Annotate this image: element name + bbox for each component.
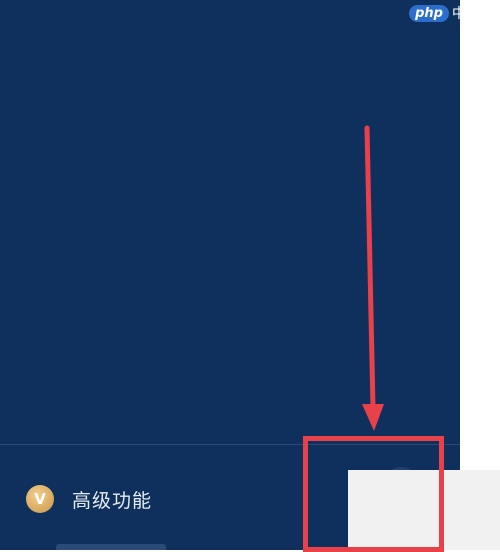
vip-badge-glyph: V: [34, 489, 46, 508]
menu-item-advanced-features[interactable]: V 高级功能: [26, 482, 152, 516]
site-logo: php 中文网: [409, 2, 494, 24]
logo-suffix: 中文网: [452, 6, 494, 22]
vip-badge-icon: V: [26, 485, 54, 513]
bottom-indicator: [56, 544, 166, 550]
logo-php-badge: php: [409, 4, 449, 22]
annotation-highlight-box: [303, 436, 444, 552]
menu-item-label: 高级功能: [72, 489, 153, 512]
